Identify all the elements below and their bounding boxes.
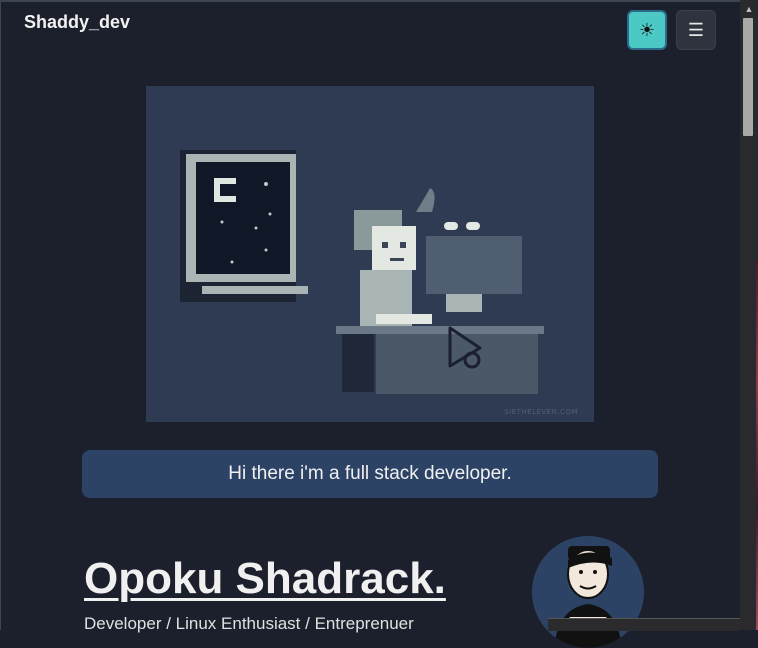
intro-banner: Hi there i'm a full stack developer. xyxy=(82,450,658,498)
menu-button[interactable]: ☰ xyxy=(676,10,716,50)
hamburger-icon: ☰ xyxy=(687,19,705,40)
avatar xyxy=(532,536,644,648)
bottom-overlay-panel xyxy=(548,618,740,631)
avatar-illustration xyxy=(532,536,644,648)
hero-watermark: SIETHELEVEN.COM xyxy=(504,408,578,416)
gear-icon: ☀ xyxy=(638,19,656,40)
hero-image: SIETHELEVEN.COM xyxy=(146,86,594,422)
banner-text: Hi there i'm a full stack developer. xyxy=(228,463,512,484)
theme-toggle-button[interactable]: ☀ xyxy=(627,10,667,50)
site-brand[interactable]: Shaddy_dev xyxy=(24,12,130,33)
author-subtitle: Developer / Linux Enthusiast / Entrepren… xyxy=(84,614,414,633)
scroll-up-arrow-icon[interactable]: ▲ xyxy=(740,2,758,16)
author-name[interactable]: Opoku Shadrack. xyxy=(84,554,446,604)
pixel-art-scene xyxy=(146,86,594,422)
scroll-thumb[interactable] xyxy=(743,18,753,136)
